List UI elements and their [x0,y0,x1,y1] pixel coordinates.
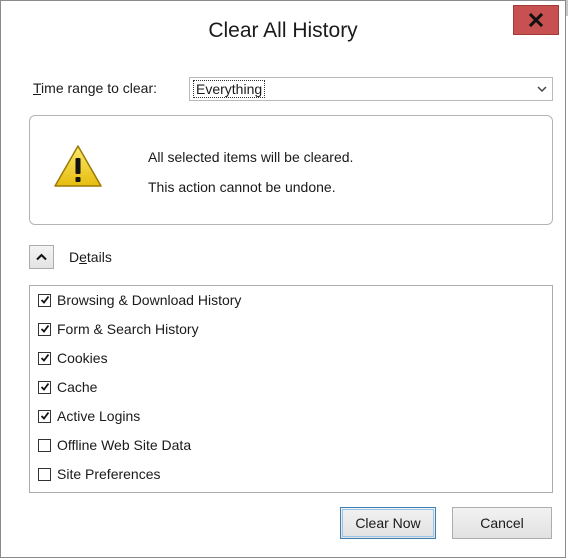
item-label: Offline Web Site Data [57,437,192,453]
item-active-logins[interactable]: Active Logins [38,405,140,427]
clear-now-button[interactable]: Clear Now [340,507,436,539]
item-label: Cache [57,379,98,395]
checkbox[interactable] [38,293,51,307]
cancel-button[interactable]: Cancel [452,507,552,539]
close-button[interactable] [513,5,559,35]
item-label: Active Logins [57,408,141,424]
time-range-row: Time range to clear: Everything [33,77,553,101]
item-browsing-download-history[interactable]: Browsing & Download History [38,289,241,311]
item-label: Cookies [57,350,108,366]
checkmark-icon [40,324,49,333]
item-cookies[interactable]: Cookies [38,347,108,369]
history-items-list: Browsing & Download History Form & Searc… [29,285,553,493]
item-cache[interactable]: Cache [38,376,97,398]
checkmark-icon [40,295,49,304]
warning-triangle-icon [54,145,102,187]
item-form-search-history[interactable]: Form & Search History [38,318,199,340]
checkbox[interactable] [38,467,51,481]
checkbox[interactable] [38,380,51,394]
clear-history-dialog: Clear All History Time range to clear: E… [0,0,566,558]
checkbox[interactable] [38,322,51,336]
time-range-label: Time range to clear: [33,80,157,96]
clear-now-label: Clear Now [355,515,421,531]
warning-message-line-1: All selected items will be cleared. [148,149,354,165]
dialog-title: Clear All History [208,19,358,42]
item-offline-web-site-data[interactable]: Offline Web Site Data [38,434,191,456]
item-label: Browsing & Download History [57,292,242,308]
cancel-label: Cancel [480,515,524,531]
checkmark-icon [40,382,49,391]
checkbox[interactable] [38,409,51,423]
close-icon [528,12,544,28]
item-site-preferences[interactable]: Site Preferences [38,463,161,485]
item-label: Site Preferences [57,466,161,482]
time-range-select[interactable]: Everything [189,77,553,101]
details-label: Details [69,249,112,265]
chevron-down-icon [537,86,547,93]
warning-panel: All selected items will be cleared. This… [29,115,553,225]
details-toggle-button[interactable] [29,245,54,269]
checkbox[interactable] [38,351,51,365]
time-range-selected-value: Everything [193,80,266,98]
warning-message-line-2: This action cannot be undone. [148,179,336,195]
title-bar[interactable]: Clear All History [1,1,565,53]
chevron-up-icon [36,253,47,261]
checkbox[interactable] [38,438,51,452]
checkmark-icon [40,353,49,362]
item-label: Form & Search History [57,321,199,337]
checkmark-icon [40,411,49,420]
